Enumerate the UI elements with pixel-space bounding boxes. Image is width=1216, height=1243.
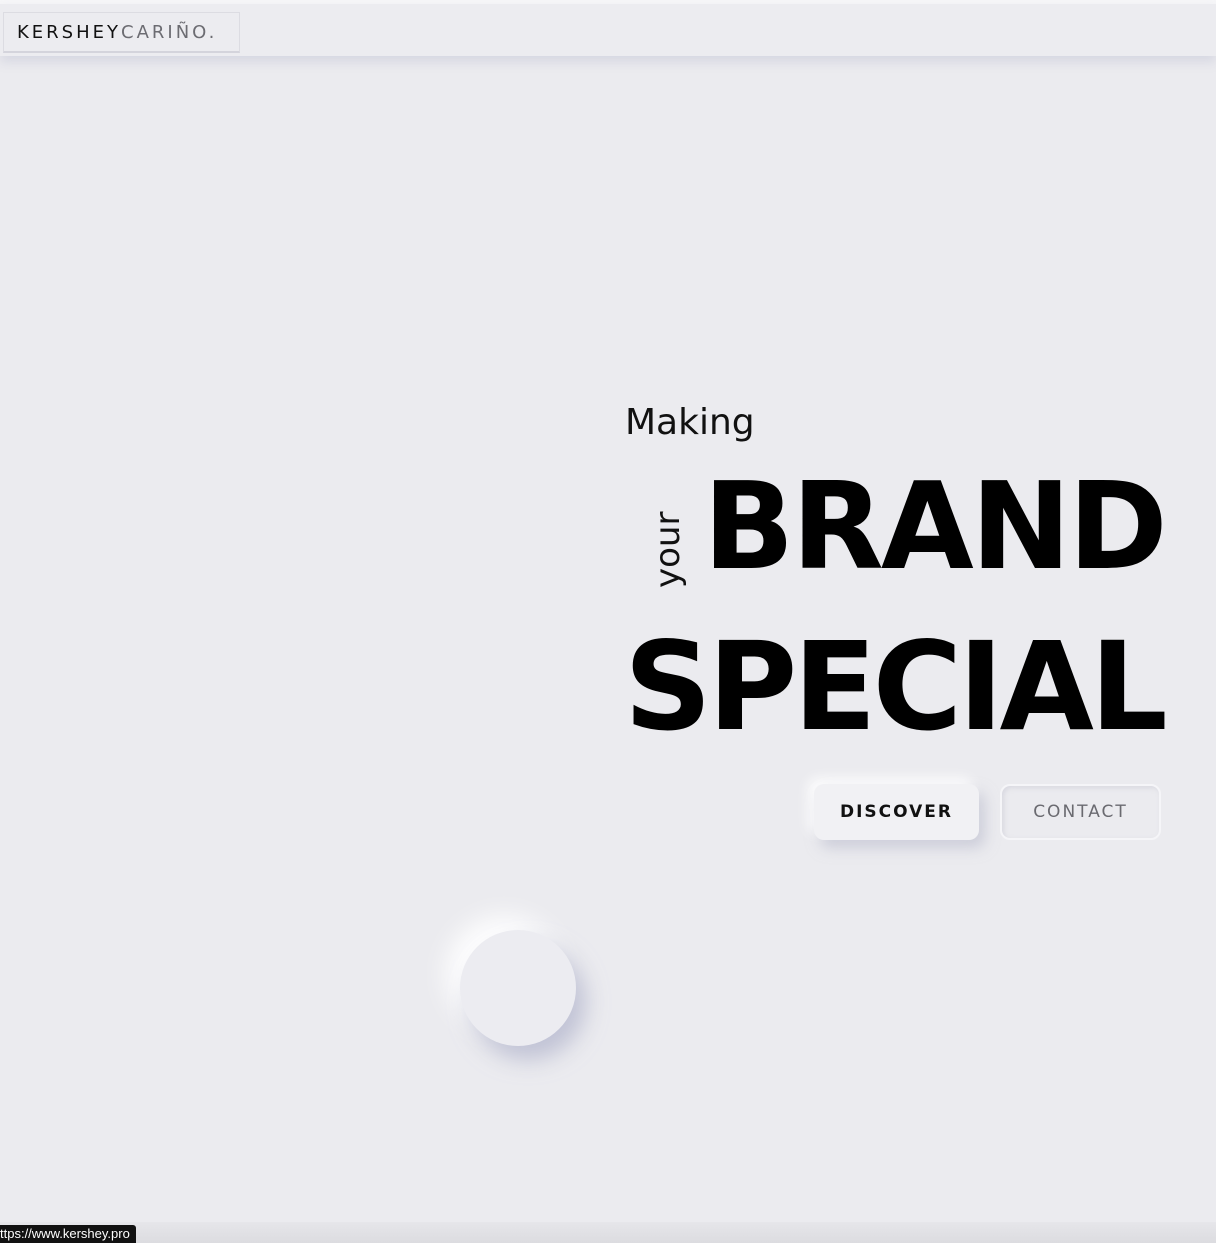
hero-your-text: your bbox=[648, 511, 688, 588]
hero-special-heading: SPECIAL bbox=[624, 616, 1168, 758]
site-logo[interactable]: KERSHEY CARIÑO. bbox=[3, 12, 240, 53]
neumorphic-orb-button[interactable] bbox=[460, 930, 576, 1046]
site-header: KERSHEY CARIÑO. bbox=[0, 4, 1216, 56]
logo-first-name: KERSHEY bbox=[17, 21, 122, 43]
logo-last-name: CARIÑO. bbox=[121, 21, 218, 43]
contact-button[interactable]: CONTACT bbox=[1000, 784, 1161, 840]
bottom-edge bbox=[0, 1222, 1216, 1243]
hero-making-text: Making bbox=[625, 402, 755, 443]
link-status-url: ttps://www.kershey.pro bbox=[0, 1225, 136, 1243]
hero-brand-heading: BRAND bbox=[703, 458, 1168, 597]
discover-button[interactable]: DISCOVER bbox=[814, 784, 979, 840]
